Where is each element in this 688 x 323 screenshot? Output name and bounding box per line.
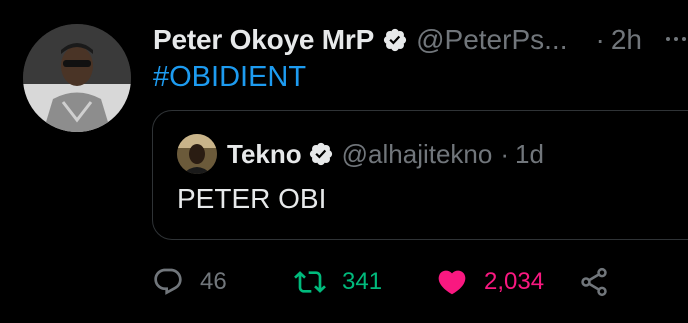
heart-icon	[438, 270, 466, 295]
more-icon[interactable]	[664, 27, 688, 51]
quoted-timestamp[interactable]: 1d	[515, 139, 544, 170]
share-button[interactable]	[578, 262, 610, 302]
avatar[interactable]	[23, 24, 131, 132]
retweet-icon	[294, 271, 326, 293]
retweet-count: 341	[342, 268, 383, 295]
separator-dot: ·	[595, 24, 605, 55]
action-bar: 46 341 2,034	[152, 262, 632, 302]
verified-badge-icon	[382, 27, 408, 53]
hashtag-link[interactable]: #OBIDIENT	[153, 61, 306, 94]
share-icon	[581, 267, 607, 297]
reply-icon	[154, 268, 182, 295]
quoted-text: PETER OBI	[177, 183, 327, 214]
reply-button[interactable]: 46	[152, 262, 227, 302]
timestamp[interactable]: 2h	[611, 24, 642, 56]
author-handle[interactable]: @PeterPs...	[416, 24, 567, 56]
quoted-separator-dot: ·	[500, 138, 510, 169]
reply-count: 46	[200, 268, 227, 295]
like-button[interactable]: 2,034	[436, 262, 544, 302]
quoted-author-handle[interactable]: @alhajitekno	[342, 139, 493, 170]
quoted-author-name[interactable]: Tekno	[227, 139, 302, 170]
tweet[interactable]: Peter Okoye MrP @PeterPs... · 2h #OBIDIE…	[0, 0, 688, 323]
quoted-avatar[interactable]	[177, 134, 217, 174]
quoted-tweet[interactable]: Tekno @alhajitekno · 1d PETER OBI	[152, 110, 688, 240]
quoted-verified-badge-icon	[308, 141, 334, 167]
retweet-button[interactable]: 341	[294, 262, 382, 302]
like-count: 2,034	[484, 268, 545, 295]
author-name[interactable]: Peter Okoye MrP	[153, 24, 374, 56]
